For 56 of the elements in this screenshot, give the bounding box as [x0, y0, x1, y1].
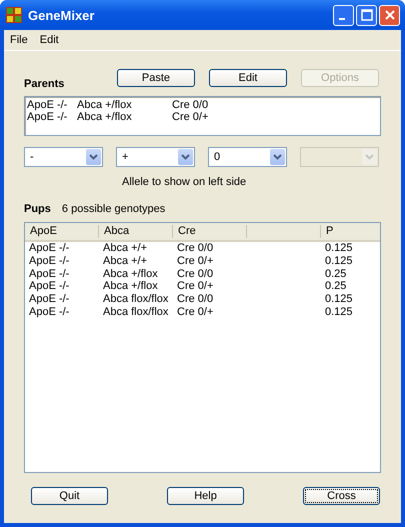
table-cell-text: ApoE -/-: [28, 306, 70, 319]
menu-item[interactable]: Edit: [40, 34, 59, 46]
table-cell-text: Abca flox/flox: [102, 306, 170, 319]
table-cell-text: 0.25: [324, 280, 348, 294]
allele-dropdown[interactable]: +: [116, 147, 195, 167]
column-header[interactable]: Cre: [173, 225, 247, 238]
table-cell-text: Cre 0/0: [176, 242, 214, 255]
list-cell-text: Abca +/flox: [77, 99, 133, 111]
maximize-icon: [360, 9, 372, 21]
genotype-count: 6 possible genotypes: [62, 203, 166, 217]
allele-dropdown[interactable]: -: [24, 147, 103, 167]
action-button[interactable]: Quit: [31, 487, 108, 505]
table-cell-text: 0.125: [324, 306, 354, 319]
column-header[interactable]: P: [321, 225, 378, 238]
table-cell-text: 0.125: [324, 242, 354, 255]
table-cell-text: Cre 0/+: [176, 306, 214, 319]
column-header[interactable]: Abca: [99, 225, 173, 238]
caption: Allele to show on left side: [121, 176, 248, 190]
table-cell-text: Abca flox/flox: [102, 293, 170, 306]
table-cell-text: ApoE -/-: [28, 254, 70, 268]
section-label: Parents: [24, 78, 66, 90]
list-cell-text: Abca +/flox: [77, 111, 133, 123]
table-cell-text: Cre 0/0: [176, 293, 214, 306]
list-cell: Cre 0/+: [172, 111, 208, 123]
table-cell-text: 0.125: [324, 254, 354, 268]
table-cell-text: ApoE -/-: [28, 293, 70, 306]
allele-dropdown[interactable]: 0: [208, 147, 287, 167]
list-cell-text: ApoE -/-: [27, 99, 68, 111]
close-button[interactable]: [379, 4, 400, 26]
close-icon: [384, 9, 396, 21]
table-cell-text: 0.25: [324, 268, 348, 280]
list-cell: Cre 0/0: [172, 99, 208, 111]
table-cell-text: Abca +/flox: [102, 280, 159, 294]
toolbar-button[interactable]: Edit: [209, 69, 287, 87]
menu-item[interactable]: File: [10, 34, 28, 46]
toolbar-button[interactable]: Paste: [117, 69, 195, 87]
section-label: Pups: [24, 203, 51, 217]
table-cell-text: Cre 0/0: [176, 268, 214, 280]
app-icon: [6, 7, 22, 23]
action-button[interactable]: Help: [167, 487, 244, 505]
minimize-icon: [339, 18, 345, 20]
table-cell-text: Abca +/flox: [102, 268, 159, 280]
window-title: GeneMixer: [28, 8, 96, 22]
table-cell-text: ApoE -/-: [28, 242, 70, 255]
table-cell-text: Abca +/+: [102, 254, 148, 268]
column-header[interactable]: ApoE: [25, 225, 99, 238]
table-cell-text: 0.125: [324, 293, 354, 306]
list-cell-text: ApoE -/-: [27, 111, 68, 123]
table-cell-text: ApoE -/-: [28, 268, 70, 280]
minimize-button[interactable]: [333, 4, 354, 26]
table-cell-text: Cre 0/+: [176, 254, 214, 268]
table-cell-text: ApoE -/-: [28, 280, 70, 294]
action-button[interactable]: Cross: [303, 487, 380, 505]
table-cell-text: Abca +/+: [102, 242, 148, 255]
table-cell-text: Cre 0/+: [176, 280, 214, 294]
maximize-button[interactable]: [356, 4, 377, 26]
